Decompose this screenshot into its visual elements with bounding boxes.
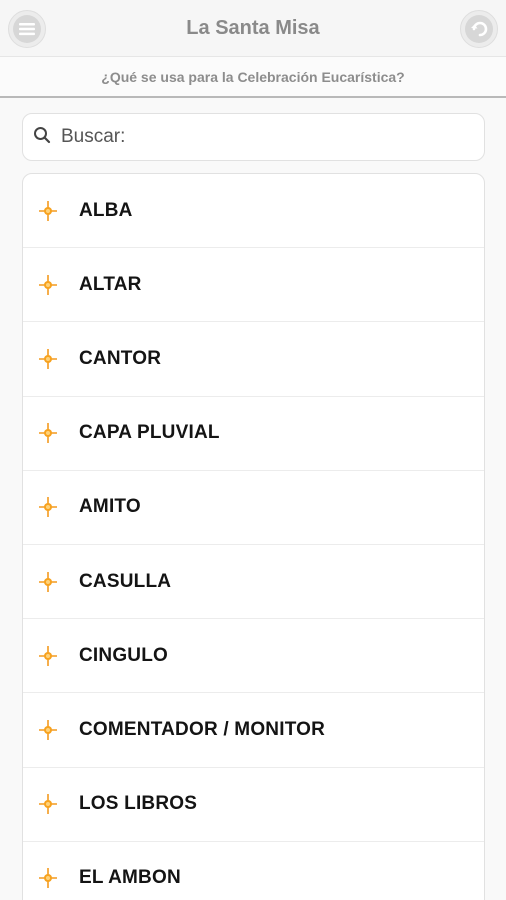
sparkle-icon	[37, 867, 59, 889]
search-label: Buscar:	[61, 126, 126, 147]
list-item[interactable]: ALBA	[23, 174, 484, 249]
page-title: La Santa Misa	[186, 16, 320, 39]
list-item[interactable]: CANTOR	[23, 322, 484, 397]
sparkle-icon	[37, 719, 59, 741]
list-item-label: CANTOR	[79, 347, 162, 369]
list-item[interactable]: COMENTADOR / MONITOR	[23, 693, 484, 768]
list-item[interactable]: ALTAR	[23, 248, 484, 323]
list-item-label: ALTAR	[79, 273, 142, 295]
search-field[interactable]: Buscar:	[22, 113, 485, 161]
sparkle-icon	[37, 348, 59, 370]
items-list: ALBA ALTAR CANTOR CAPA PLUVIAL AMITO CAS…	[22, 173, 485, 900]
sparkle-icon	[37, 200, 59, 222]
list-item[interactable]: CAPA PLUVIAL	[23, 397, 484, 471]
menu-icon	[13, 15, 41, 43]
sparkle-icon	[37, 422, 59, 444]
page-subtitle: ¿Qué se usa para la Celebración Eucaríst…	[0, 56, 506, 98]
search-icon	[33, 126, 51, 149]
sparkle-icon	[37, 496, 59, 518]
list-item[interactable]: CASULLA	[23, 545, 484, 620]
sparkle-icon	[37, 274, 59, 296]
list-item-label: EL AMBON	[79, 867, 181, 889]
sparkle-icon	[37, 571, 59, 593]
list-item-label: CAPA PLUVIAL	[79, 422, 220, 444]
back-arrow-icon	[465, 15, 493, 43]
list-item-label: AMITO	[79, 496, 141, 518]
list-item[interactable]: LOS LIBROS	[23, 768, 484, 842]
menu-button[interactable]	[8, 10, 46, 48]
list-item-label: CINGULO	[79, 644, 169, 666]
list-item-label: CASULLA	[79, 570, 172, 592]
list-item-label: ALBA	[79, 199, 133, 221]
list-item[interactable]: EL AMBON	[23, 842, 484, 900]
back-button[interactable]	[460, 10, 498, 48]
sparkle-icon	[37, 645, 59, 667]
list-item[interactable]: AMITO	[23, 471, 484, 545]
sparkle-icon	[37, 793, 59, 815]
list-item-label: LOS LIBROS	[79, 793, 198, 815]
list-item-label: COMENTADOR / MONITOR	[79, 718, 326, 740]
list-item[interactable]: CINGULO	[23, 619, 484, 694]
app-header: La Santa Misa	[0, 0, 506, 56]
